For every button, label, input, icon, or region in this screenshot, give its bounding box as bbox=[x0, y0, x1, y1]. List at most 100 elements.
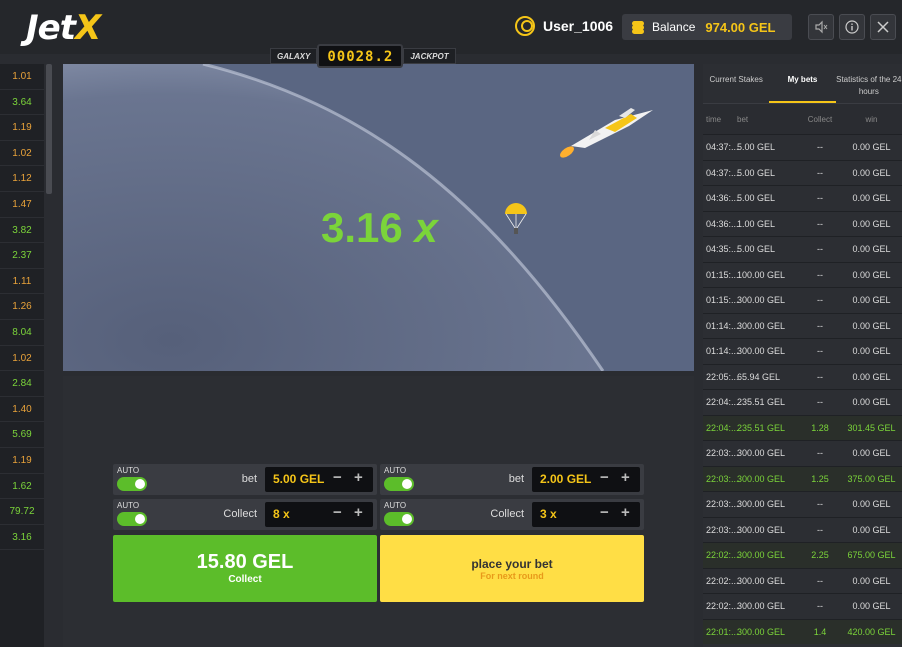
collect-row-2: AUTO Collect 3 x − + bbox=[380, 499, 644, 530]
close-button[interactable] bbox=[870, 14, 896, 40]
bet-time-cell: 01:14:... bbox=[706, 346, 739, 357]
bet-win-cell: 0.00 GEL bbox=[852, 244, 891, 255]
bet-bet-cell: 100.00 GEL bbox=[737, 269, 786, 280]
history-item: 1.40 bbox=[0, 397, 44, 423]
table-row: 22:03:... 300.00 GEL -- 0.00 GEL bbox=[703, 516, 902, 543]
auto-collect-2[interactable]: AUTO bbox=[384, 501, 418, 526]
auto-bet-toggle-2[interactable] bbox=[384, 477, 414, 491]
bet-win-cell: 301.45 GEL bbox=[847, 422, 896, 433]
bet-win-cell: 0.00 GEL bbox=[852, 346, 891, 357]
bet-collect-cell: -- bbox=[817, 218, 823, 229]
table-row: 04:36:... 1.00 GEL -- 0.00 GEL bbox=[703, 210, 902, 237]
bet-collect-cell: -- bbox=[817, 346, 823, 357]
multiplier-history: 1.01 3.64 1.19 1.02 1.12 1.47 3.82 2.37 1.11 1.26… bbox=[0, 64, 44, 647]
table-row: 22:03:... 300.00 GEL 1.25 375.00 GEL bbox=[703, 465, 902, 491]
bet-win-cell: 0.00 GEL bbox=[852, 601, 891, 612]
plus-icon[interactable]: + bbox=[354, 504, 363, 521]
plus-icon[interactable]: + bbox=[621, 469, 630, 486]
bet-time-cell: 22:03:... bbox=[706, 499, 739, 510]
tab-statistics[interactable]: Statistics of the 24 hours bbox=[836, 64, 902, 103]
place-bet-button[interactable]: place your bet For next round bbox=[380, 535, 644, 602]
collect-input-2[interactable]: 3 x − + bbox=[532, 502, 640, 527]
bet-win-cell: 0.00 GEL bbox=[852, 320, 891, 331]
bet-win-cell: 375.00 GEL bbox=[847, 473, 896, 484]
auto-collect-toggle-1[interactable] bbox=[117, 512, 147, 526]
bet-collect-cell: 1.25 bbox=[811, 473, 829, 484]
bet-bet-cell: 65.94 GEL bbox=[737, 371, 781, 382]
sound-button[interactable] bbox=[808, 14, 834, 40]
minus-icon[interactable]: − bbox=[333, 504, 342, 521]
history-item: 3.82 bbox=[0, 218, 44, 244]
bet-win-cell: 0.00 GEL bbox=[852, 193, 891, 204]
bet-bet-cell: 300.00 GEL bbox=[737, 575, 786, 586]
bet-time-cell: 22:01:... bbox=[706, 626, 739, 637]
bet-time-cell: 04:36:... bbox=[706, 193, 739, 204]
bet-input-2[interactable]: 2.00 GEL − + bbox=[532, 467, 640, 492]
bet-bet-cell: 235.51 GEL bbox=[737, 397, 786, 408]
jackpot-value: 00028.2 bbox=[317, 44, 404, 68]
bet-win-cell: 0.00 GEL bbox=[852, 575, 891, 586]
bet-collect-cell: -- bbox=[817, 320, 823, 331]
bet-collect-cell: -- bbox=[817, 397, 823, 408]
bet-time-cell: 04:37:... bbox=[706, 167, 739, 178]
bet-collect-cell: -- bbox=[817, 499, 823, 510]
jetx-app: JetX User_1006 Balance 974.00 GEL GALAXY… bbox=[0, 0, 902, 647]
bet-win-cell: 0.00 GEL bbox=[852, 295, 891, 306]
history-item: 1.02 bbox=[0, 346, 44, 372]
table-row: 01:14:... 300.00 GEL -- 0.00 GEL bbox=[703, 312, 902, 339]
bet-win-cell: 0.00 GEL bbox=[852, 499, 891, 510]
jet-icon bbox=[559, 108, 653, 158]
table-row: 04:37:... 5.00 GEL -- 0.00 GEL bbox=[703, 134, 902, 160]
history-item: 1.47 bbox=[0, 192, 44, 218]
auto-bet-2[interactable]: AUTO bbox=[384, 466, 418, 491]
table-row: 22:02:... 300.00 GEL 2.25 675.00 GEL bbox=[703, 542, 902, 568]
bets-table-body: 04:37:... 5.00 GEL -- 0.00 GEL 04:37:... 5.00… bbox=[703, 134, 902, 644]
minus-icon[interactable]: − bbox=[600, 504, 609, 521]
plus-icon[interactable]: + bbox=[621, 504, 630, 521]
jackpot-counter: GALAXY 00028.2 JACKPOT bbox=[270, 44, 456, 68]
bet-win-cell: 0.00 GEL bbox=[852, 218, 891, 229]
history-item: 1.02 bbox=[0, 141, 44, 167]
history-item: 3.16 bbox=[0, 525, 44, 551]
auto-collect-toggle-2[interactable] bbox=[384, 512, 414, 526]
collect-button[interactable]: 15.80 GEL Collect bbox=[113, 535, 377, 602]
info-button[interactable] bbox=[839, 14, 865, 40]
history-item: 1.19 bbox=[0, 448, 44, 474]
collect-label-1: Collect bbox=[223, 508, 257, 520]
history-item: 1.12 bbox=[0, 166, 44, 192]
plus-icon[interactable]: + bbox=[354, 469, 363, 486]
collect-amount: 15.80 GEL bbox=[196, 551, 294, 573]
bet-collect-cell: -- bbox=[817, 269, 823, 280]
bet-bet-cell: 300.00 GEL bbox=[737, 550, 786, 561]
minus-icon[interactable]: − bbox=[600, 469, 609, 486]
place-bet-subtitle: For next round bbox=[480, 571, 544, 581]
minus-icon[interactable]: − bbox=[333, 469, 342, 486]
auto-collect-1[interactable]: AUTO bbox=[117, 501, 151, 526]
jackpot-left-label: GALAXY bbox=[270, 48, 318, 64]
bet-time-cell: 01:14:... bbox=[706, 320, 739, 331]
bet-time-cell: 04:35:... bbox=[706, 244, 739, 255]
bet-collect-cell: -- bbox=[817, 371, 823, 382]
history-item: 1.62 bbox=[0, 474, 44, 500]
table-row: 01:14:... 300.00 GEL -- 0.00 GEL bbox=[703, 338, 902, 364]
bet-win-cell: 675.00 GEL bbox=[847, 550, 896, 561]
bet-input-1[interactable]: 5.00 GEL − + bbox=[265, 467, 373, 492]
bet-time-cell: 22:04:... bbox=[706, 422, 739, 433]
auto-bet-1[interactable]: AUTO bbox=[117, 466, 151, 491]
bet-win-cell: 0.00 GEL bbox=[852, 167, 891, 178]
history-scrollbar[interactable] bbox=[46, 64, 52, 194]
bets-tabs: Current Stakes My bets Statistics of the… bbox=[703, 64, 902, 104]
balance-box: Balance 974.00 GEL bbox=[622, 14, 792, 40]
info-icon bbox=[845, 20, 859, 34]
bet-collect-cell: -- bbox=[817, 193, 823, 204]
user-info[interactable]: User_1006 bbox=[515, 16, 613, 36]
auto-bet-toggle-1[interactable] bbox=[117, 477, 147, 491]
collect-input-1[interactable]: 8 x − + bbox=[265, 502, 373, 527]
game-area: 3.16 x bbox=[63, 64, 694, 371]
history-item: 5.69 bbox=[0, 422, 44, 448]
tab-my-bets[interactable]: My bets bbox=[769, 64, 836, 103]
bet-label-2: bet bbox=[508, 473, 524, 485]
tab-current-stakes[interactable]: Current Stakes bbox=[703, 64, 769, 103]
bet-row-2: AUTO bet 2.00 GEL − + bbox=[380, 464, 644, 495]
collect-label-2: Collect bbox=[490, 508, 524, 520]
